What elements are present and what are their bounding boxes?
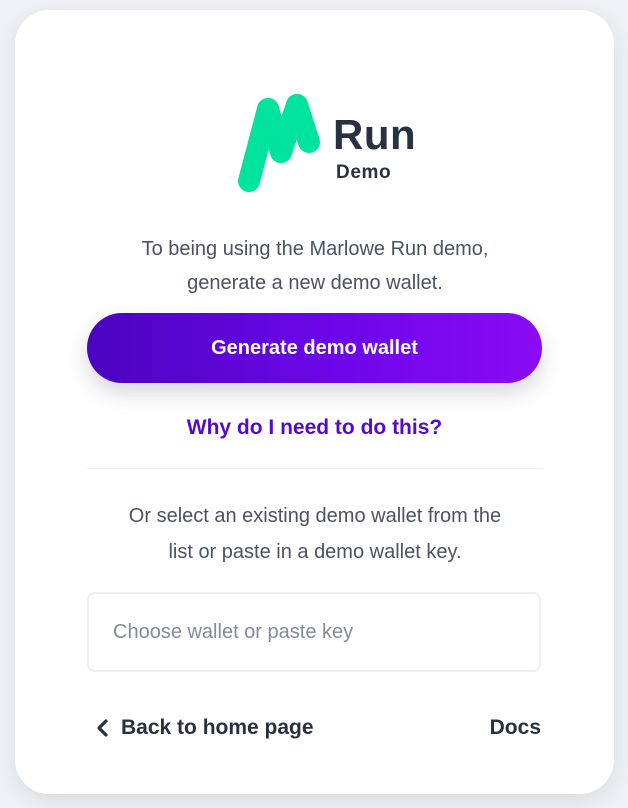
generate-demo-wallet-button[interactable]: Generate demo wallet [87, 313, 542, 383]
existing-line-1: Or select an existing demo wallet from t… [128, 505, 502, 527]
logo-title: Run [333, 111, 417, 158]
wallet-key-input[interactable] [87, 592, 541, 672]
why-do-i-need-this-link[interactable]: Why do I need to do this? [15, 413, 614, 443]
intro-text: To being using the Marlowe Run demo, gen… [75, 232, 555, 300]
marlowe-run-demo-logo: Run Demo [237, 92, 427, 194]
docs-link[interactable]: Docs [483, 713, 541, 743]
existing-wallet-text: Or select an existing demo wallet from t… [75, 498, 555, 570]
chevron-left-icon [97, 719, 108, 737]
existing-line-2: list or paste in a demo wallet key. [168, 541, 462, 563]
logo-subtitle: Demo [336, 162, 392, 183]
marlowe-m-logo-icon [238, 94, 320, 192]
back-to-home-label: Back to home page [121, 716, 314, 739]
intro-line-2: generate a new demo wallet. [187, 272, 443, 294]
intro-line-1: To being using the Marlowe Run demo, [141, 238, 489, 260]
wallet-setup-card: Run Demo To being using the Marlowe Run … [15, 10, 614, 794]
divider [87, 468, 542, 469]
back-to-home-link[interactable]: Back to home page [95, 713, 314, 743]
